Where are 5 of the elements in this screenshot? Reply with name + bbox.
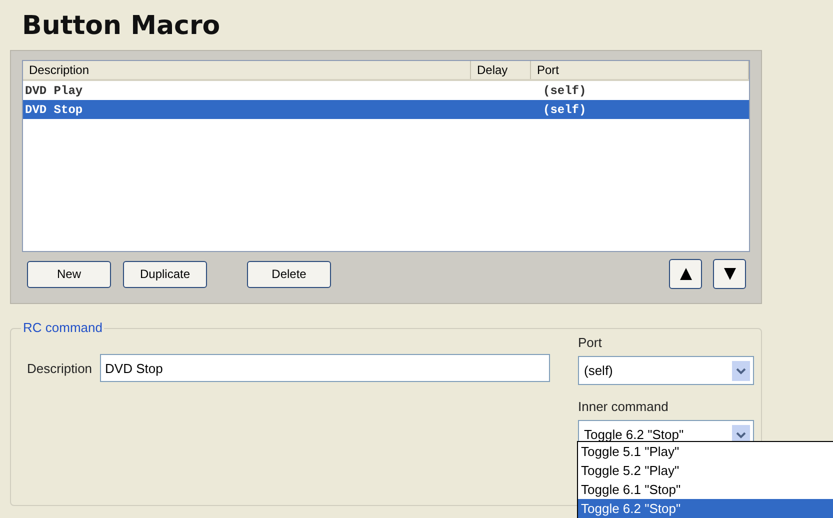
description-label: Description [27, 360, 92, 376]
port-label: Port [578, 335, 603, 350]
page-title: Button Macro [22, 10, 222, 42]
group-legend: RC command [21, 320, 104, 335]
inner-command-label: Inner command [578, 399, 670, 414]
